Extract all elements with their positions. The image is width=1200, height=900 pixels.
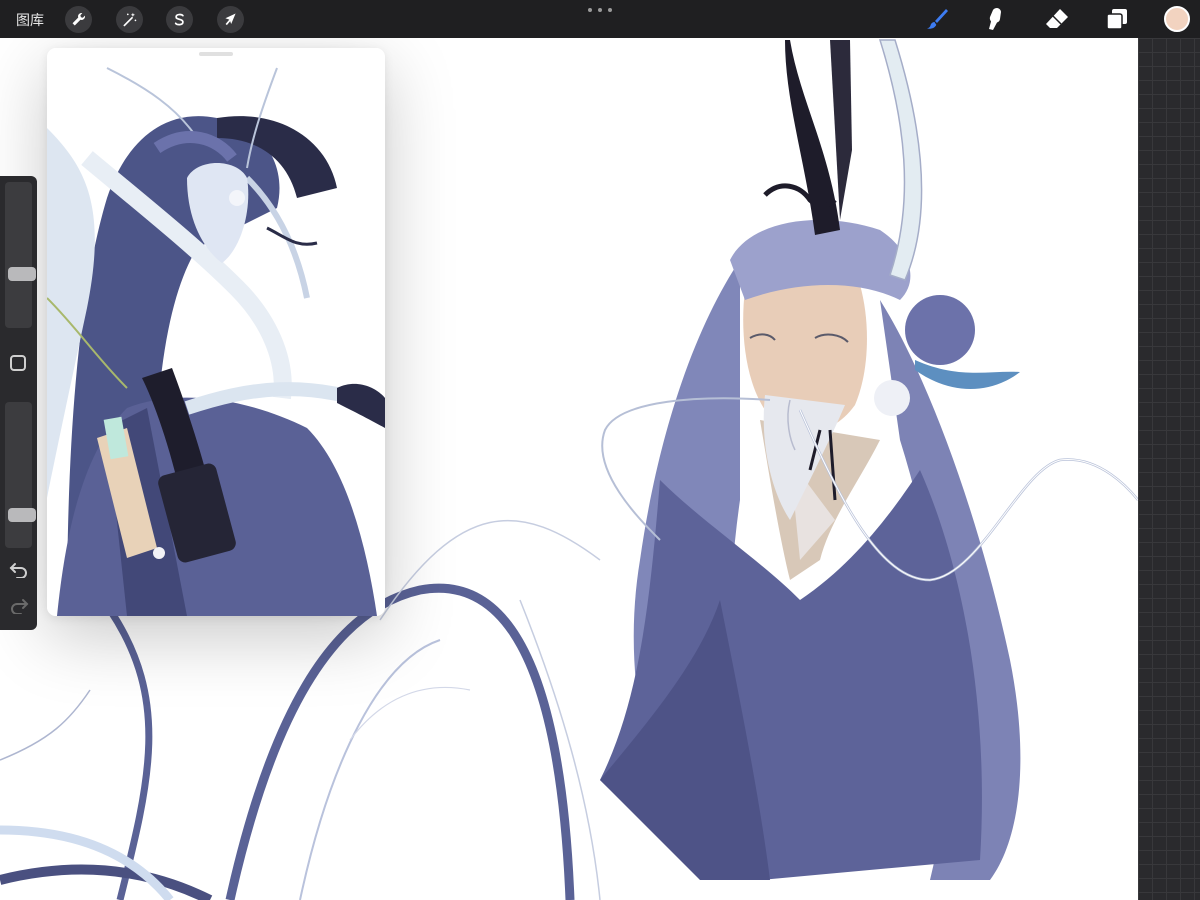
gallery-button[interactable]: 图库: [16, 10, 44, 30]
active-color-swatch[interactable]: [1164, 6, 1190, 32]
eraser-icon: [1046, 9, 1068, 28]
transform-button[interactable]: [217, 6, 244, 33]
magic-wand-icon: [123, 12, 137, 27]
more-options-icon[interactable]: [588, 2, 612, 18]
selection-button[interactable]: [166, 6, 193, 33]
modify-button[interactable]: [10, 355, 26, 371]
brush-opacity-slider-thumb[interactable]: [8, 508, 36, 522]
reference-illustration: [47, 48, 385, 616]
reference-drag-handle[interactable]: [199, 52, 233, 56]
left-sidebar: [0, 176, 37, 630]
wrench-icon: [72, 13, 85, 26]
layers-tool[interactable]: [1104, 6, 1130, 32]
canvas-margin-grid: [1138, 38, 1200, 900]
top-toolbar: 图库: [0, 0, 1200, 38]
layers-icon: [1106, 9, 1127, 30]
eraser-tool[interactable]: [1044, 6, 1070, 32]
brush-size-slider[interactable]: [5, 182, 36, 328]
brush-icon: [927, 9, 948, 29]
actions-button[interactable]: [65, 6, 92, 33]
selection-s-icon: [174, 13, 184, 26]
brush-tool[interactable]: [924, 6, 950, 32]
brush-opacity-slider[interactable]: [5, 402, 36, 548]
brush-size-slider-thumb[interactable]: [8, 267, 36, 281]
adjustments-button[interactable]: [116, 6, 143, 33]
undo-icon: [9, 563, 27, 579]
reference-window[interactable]: [47, 48, 385, 616]
smudge-tool[interactable]: [982, 6, 1008, 32]
redo-button[interactable]: [9, 596, 29, 615]
undo-button[interactable]: [9, 560, 29, 579]
redo-icon: [11, 599, 29, 615]
smudge-icon: [989, 8, 1001, 30]
arrow-cursor-icon: [225, 13, 236, 26]
